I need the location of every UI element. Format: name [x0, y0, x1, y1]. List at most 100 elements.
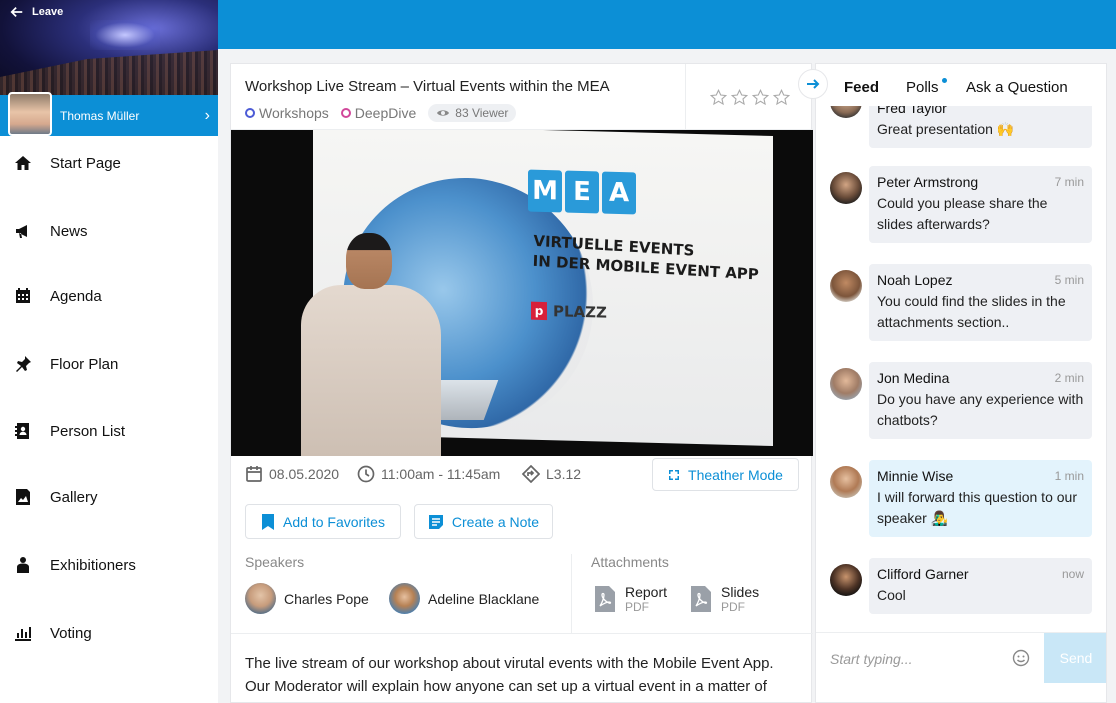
attachments-heading: Attachments: [591, 554, 669, 570]
plazz-mark: p: [531, 301, 547, 321]
message-bubble: Clifford Garner now Cool: [869, 558, 1092, 614]
session-card: Workshop Live Stream – Virtual Events wi…: [230, 63, 813, 703]
message-text: I will forward this question to our spea…: [877, 489, 1077, 526]
message-time: 2 min: [1054, 371, 1084, 385]
sidebar-item-start-page[interactable]: Start Page: [0, 143, 218, 183]
sidebar-item-agenda[interactable]: Agenda: [0, 276, 218, 316]
pin-icon: [16, 356, 31, 372]
sidebar-item-label: Gallery: [50, 488, 98, 506]
speaker-charles-pope[interactable]: Charles Pope: [245, 583, 369, 614]
date-text: 08.05.2020: [269, 466, 340, 482]
sidebar-item-news[interactable]: News: [0, 211, 218, 251]
sidebar-item-exhibitioners[interactable]: Exhibitioners: [0, 545, 218, 585]
collapse-chat-button[interactable]: [798, 69, 828, 99]
avatar: [830, 270, 862, 302]
session-tags: Workshops DeepDive 83 Viewer: [245, 104, 517, 122]
section-divider: [231, 633, 813, 634]
attachment-type: PDF: [721, 600, 745, 614]
sidebar-item-label: Person List: [50, 422, 126, 440]
message-input[interactable]: Start typing...: [830, 651, 912, 667]
session-room: L3.12: [522, 465, 581, 483]
add-to-favorites-button[interactable]: Add to Favorites: [245, 504, 401, 539]
send-button[interactable]: Send: [1044, 633, 1106, 683]
bookmark-icon: [262, 513, 275, 530]
session-title: Workshop Live Stream – Virtual Events wi…: [245, 78, 610, 95]
sidebar-item-label: Agenda: [50, 287, 102, 305]
star-icon[interactable]: [730, 88, 748, 106]
leave-button[interactable]: Leave: [10, 5, 63, 19]
sidebar-item-floor-plan[interactable]: Floor Plan: [0, 344, 218, 384]
sidebar: Leave Thomas Müller › Start Page News Ag…: [0, 0, 218, 703]
sidebar-item-label: Exhibitioners: [50, 556, 136, 574]
emoji-icon[interactable]: [1012, 649, 1030, 667]
sidebar-item-voting[interactable]: Voting: [0, 613, 218, 653]
create-note-button[interactable]: Create a Note: [414, 504, 553, 539]
time-text: 11:00am - 11:45am: [381, 466, 501, 482]
user-profile-bar[interactable]: Thomas Müller ›: [0, 91, 218, 136]
sidebar-item-label: News: [50, 222, 88, 240]
eye-icon: [437, 110, 450, 116]
ring-icon: [340, 108, 351, 118]
avatar: [830, 172, 862, 204]
session-header: Workshop Live Stream – Virtual Events wi…: [231, 64, 813, 130]
theater-mode-button[interactable]: Theather Mode: [652, 458, 799, 491]
notification-dot: [942, 78, 947, 83]
presenter-body: [301, 285, 441, 456]
sidebar-item-person-list[interactable]: Person List: [0, 411, 218, 451]
ring-icon: [245, 108, 255, 118]
contacts-icon: [15, 423, 29, 439]
presenter-head: [346, 233, 392, 289]
tag-label: DeepDive: [354, 105, 417, 121]
attachment-name: Report: [625, 584, 668, 600]
expand-icon: [669, 469, 680, 480]
tab-polls[interactable]: Polls: [906, 79, 939, 96]
clock-icon: [357, 465, 375, 483]
sidebar-item-label: Floor Plan: [50, 355, 119, 373]
megaphone-icon: [16, 225, 27, 238]
top-bar: [218, 0, 1116, 49]
avatar: [245, 583, 276, 614]
session-date: 08.05.2020: [245, 465, 339, 483]
message-bubble: Jon Medina 2 min Do you have any experie…: [869, 362, 1092, 439]
tag-workshops[interactable]: Workshops: [245, 105, 329, 121]
home-icon: [15, 156, 31, 170]
message-time: now: [1061, 567, 1084, 581]
bar-chart-icon: [15, 627, 31, 641]
message-time: 5 min: [1054, 273, 1084, 287]
audience: [0, 50, 218, 95]
logo-letter: E: [565, 170, 599, 214]
viewer-count-badge: 83 Viewer: [428, 104, 517, 122]
star-icon[interactable]: [751, 88, 769, 106]
logo-letter: A: [602, 171, 636, 215]
message-time: 1 min: [1054, 469, 1084, 483]
attachment-report[interactable]: Report PDF: [595, 584, 667, 614]
chat-tabs: Feed Polls Ask a Question: [816, 64, 1106, 106]
session-time: 11:00am - 11:45am: [357, 465, 500, 483]
attachment-name: Slides: [721, 584, 760, 600]
mea-logo: M E A: [528, 169, 636, 215]
room-text: L3.12: [546, 466, 582, 482]
arrow-left-icon: [10, 7, 23, 17]
star-rating: [685, 64, 813, 130]
attachment-slides[interactable]: Slides PDF: [691, 584, 759, 614]
message-time: 7 min: [1054, 175, 1084, 189]
tab-ask-a-question[interactable]: Ask a Question: [966, 79, 1068, 96]
tag-deepdive[interactable]: DeepDive: [340, 105, 417, 121]
tab-feed[interactable]: Feed: [844, 79, 879, 96]
chevron-right-icon: ›: [204, 106, 210, 124]
speaker-adeline-blacklane[interactable]: Adeline Blacklane: [389, 583, 539, 614]
note-icon: [428, 514, 443, 529]
sender-name: Noah Lopez: [877, 272, 953, 288]
star-icon[interactable]: [709, 88, 727, 106]
plazz-logo: p PLAZZ: [531, 301, 607, 322]
session-description: The live stream of our workshop about vi…: [245, 655, 774, 695]
avatar: [830, 564, 862, 596]
star-icon[interactable]: [772, 88, 790, 106]
video-player[interactable]: M E A VIRTUELLE EVENTS IN DER MOBILE EVE…: [231, 130, 813, 456]
image-icon: [16, 489, 30, 505]
sender-name: Clifford Garner: [877, 566, 969, 582]
calendar-icon: [16, 288, 30, 303]
sidebar-item-gallery[interactable]: Gallery: [0, 477, 218, 517]
theater-mode-label: Theather Mode: [688, 466, 783, 483]
tag-label: Workshops: [259, 105, 329, 121]
